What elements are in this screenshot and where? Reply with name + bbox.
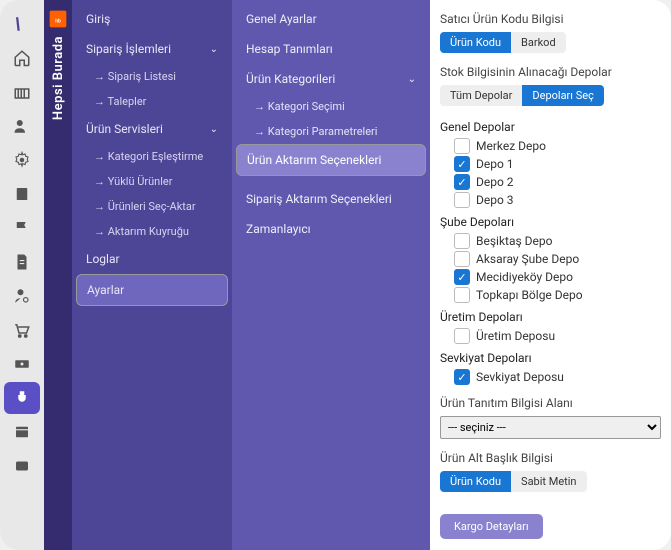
nav-level-2: Genel Ayarlar Hesap Tanımları Ürün Kateg… (232, 0, 430, 550)
section-satici-kod: Satıcı Ürün Kodu Bilgisi (440, 12, 661, 26)
section-stok-depo: Stok Bilgisinin Alınacağı Depolar (440, 65, 661, 79)
checkbox-row[interactable]: ✓ Depo 1 (440, 155, 661, 173)
nav1-kategori-eslestirme[interactable]: → Kategori Eşleştirme (76, 144, 228, 169)
group-genel-depolar: Genel Depolar (440, 120, 661, 134)
chevron-down-icon: ⌄ (210, 124, 218, 135)
checkbox-label: Aksaray Şube Depo (476, 252, 579, 266)
checkbox-row[interactable]: Aksaray Şube Depo (440, 250, 661, 268)
checkbox-row[interactable]: Topkapı Bölge Depo (440, 286, 661, 304)
toggle-alt-baslik: Ürün Kodu Sabit Metin (440, 471, 587, 492)
checkbox-row[interactable]: Beşiktaş Depo (440, 232, 661, 250)
chevron-down-icon: ⌄ (210, 44, 218, 55)
nav1-siparis[interactable]: Sipariş İşlemleri⌄ (76, 34, 228, 64)
cart-icon[interactable] (4, 314, 40, 346)
toggle-kod-barkod: Ürün Kodu Barkod (440, 32, 566, 53)
group-sube-depolari: Şube Depoları (440, 215, 661, 229)
flag-icon[interactable] (4, 212, 40, 244)
checkbox-row[interactable]: ✓ Depo 2 (440, 173, 661, 191)
nav1-urun-servisleri[interactable]: Ürün Servisleri⌄ (76, 114, 228, 144)
checkbox-row[interactable]: Merkez Depo (440, 137, 661, 155)
money-icon[interactable] (4, 348, 40, 380)
nav1-ayarlar[interactable]: Ayarlar (76, 274, 228, 306)
file-icon[interactable] (4, 246, 40, 278)
svg-text:hb: hb (55, 18, 61, 24)
icon-sidebar (0, 0, 44, 550)
checkbox-row[interactable]: ✓ Mecidiyeköy Depo (440, 268, 661, 286)
users-icon[interactable] (4, 110, 40, 142)
chevron-down-icon: ⌄ (408, 74, 416, 85)
nav2-genel[interactable]: Genel Ayarlar (236, 4, 426, 34)
nav2-zamanlayici[interactable]: Zamanlayıcı (236, 214, 426, 244)
nav1-loglar[interactable]: Loglar (76, 244, 228, 274)
checkbox-icon[interactable] (454, 233, 470, 249)
nav2-siparis-aktarim[interactable]: Sipariş Aktarım Seçenekleri (236, 184, 426, 214)
nav1-aktarim-kuyrugu[interactable]: → Aktarım Kuyruğu (76, 219, 228, 244)
group-uretim-depolari: Üretim Depoları (440, 310, 661, 324)
brand-logo-icon: hb (47, 8, 69, 30)
nav1-siparis-listesi[interactable]: → Sipariş Listesi (76, 64, 228, 89)
checkbox-icon[interactable]: ✓ (454, 156, 470, 172)
nav2-kat-param[interactable]: → Kategori Parametreleri (236, 119, 426, 144)
logo-icon (4, 8, 40, 40)
kargo-header: Kargo Detayları (440, 514, 543, 539)
checkbox-label: Depo 1 (476, 157, 514, 171)
nav2-hesap[interactable]: Hesap Tanımları (236, 34, 426, 64)
toggle-urun-kodu[interactable]: Ürün Kodu (440, 32, 511, 53)
nav1-yuklu-urunler[interactable]: → Yüklü Ürünler (76, 169, 228, 194)
checkbox-icon[interactable]: ✓ (454, 269, 470, 285)
checkbox-icon[interactable]: ✓ (454, 174, 470, 190)
nav2-urun-kat[interactable]: Ürün Kategorileri⌄ (236, 64, 426, 94)
checkbox-icon[interactable] (454, 251, 470, 267)
section-alt-baslik: Ürün Alt Başlık Bilgisi (440, 451, 661, 465)
select-tanitim[interactable]: --- seçiniz --- (440, 416, 661, 439)
checkbox-icon[interactable] (454, 138, 470, 154)
checkbox-label: Üretim Deposu (476, 329, 555, 343)
home-icon[interactable] (4, 42, 40, 74)
checkbox-icon[interactable] (454, 192, 470, 208)
checkbox-label: Merkez Depo (476, 139, 546, 153)
nav2-urun-aktarim[interactable]: Ürün Aktarım Seçenekleri (236, 144, 426, 176)
checkbox-row[interactable]: Depo 3 (440, 191, 661, 209)
checkbox-icon[interactable] (454, 287, 470, 303)
checkbox-label: Topkapı Bölge Depo (476, 288, 583, 302)
toggle-tum-depolar[interactable]: Tüm Depolar (440, 85, 522, 106)
user-gear-icon[interactable] (4, 280, 40, 312)
warehouse-icon[interactable] (4, 76, 40, 108)
window-icon[interactable] (4, 416, 40, 448)
checkbox-label: Sevkiyat Deposu (476, 370, 564, 384)
checkbox-icon[interactable] (454, 328, 470, 344)
checkbox-label: Mecidiyeköy Depo (476, 270, 573, 284)
checkbox-row[interactable]: ✓ Sevkiyat Deposu (440, 368, 661, 386)
nav1-giris[interactable]: Giriş (76, 4, 228, 34)
nav-level-1: Giriş Sipariş İşlemleri⌄ → Sipariş Liste… (72, 0, 232, 550)
book-icon[interactable] (4, 178, 40, 210)
nav2-kat-secimi[interactable]: → Kategori Seçimi (236, 94, 426, 119)
toggle-barkod[interactable]: Barkod (511, 32, 566, 53)
brand-name: Hepsi Burada (51, 36, 66, 120)
section-tanitim: Ürün Tanıtım Bilgisi Alanı (440, 396, 661, 410)
settings-panel: Satıcı Ürün Kodu Bilgisi Ürün Kodu Barko… (430, 0, 671, 550)
checkbox-label: Depo 3 (476, 193, 514, 207)
checkbox-row[interactable]: Üretim Deposu (440, 327, 661, 345)
toggle-sabit-metin[interactable]: Sabit Metin (511, 471, 586, 492)
nav1-talepler[interactable]: → Talepler (76, 89, 228, 114)
toggle-depo: Tüm Depolar Depoları Seç (440, 85, 604, 106)
brand-strip: hb Hepsi Burada (44, 0, 72, 550)
toggle-alt-urun-kodu[interactable]: Ürün Kodu (440, 471, 511, 492)
nav1-urunleri-sec[interactable]: → Ürünleri Seç-Aktar (76, 194, 228, 219)
checkbox-icon[interactable]: ✓ (454, 369, 470, 385)
group-sevkiyat-depolari: Sevkiyat Depoları (440, 351, 661, 365)
plug-icon[interactable] (4, 382, 40, 414)
toggle-depolari-sec[interactable]: Depoları Seç (522, 85, 603, 106)
checkbox-label: Depo 2 (476, 175, 514, 189)
gear-icon[interactable] (4, 144, 40, 176)
checkbox-label: Beşiktaş Depo (476, 234, 552, 248)
sliders-icon[interactable] (4, 450, 40, 482)
